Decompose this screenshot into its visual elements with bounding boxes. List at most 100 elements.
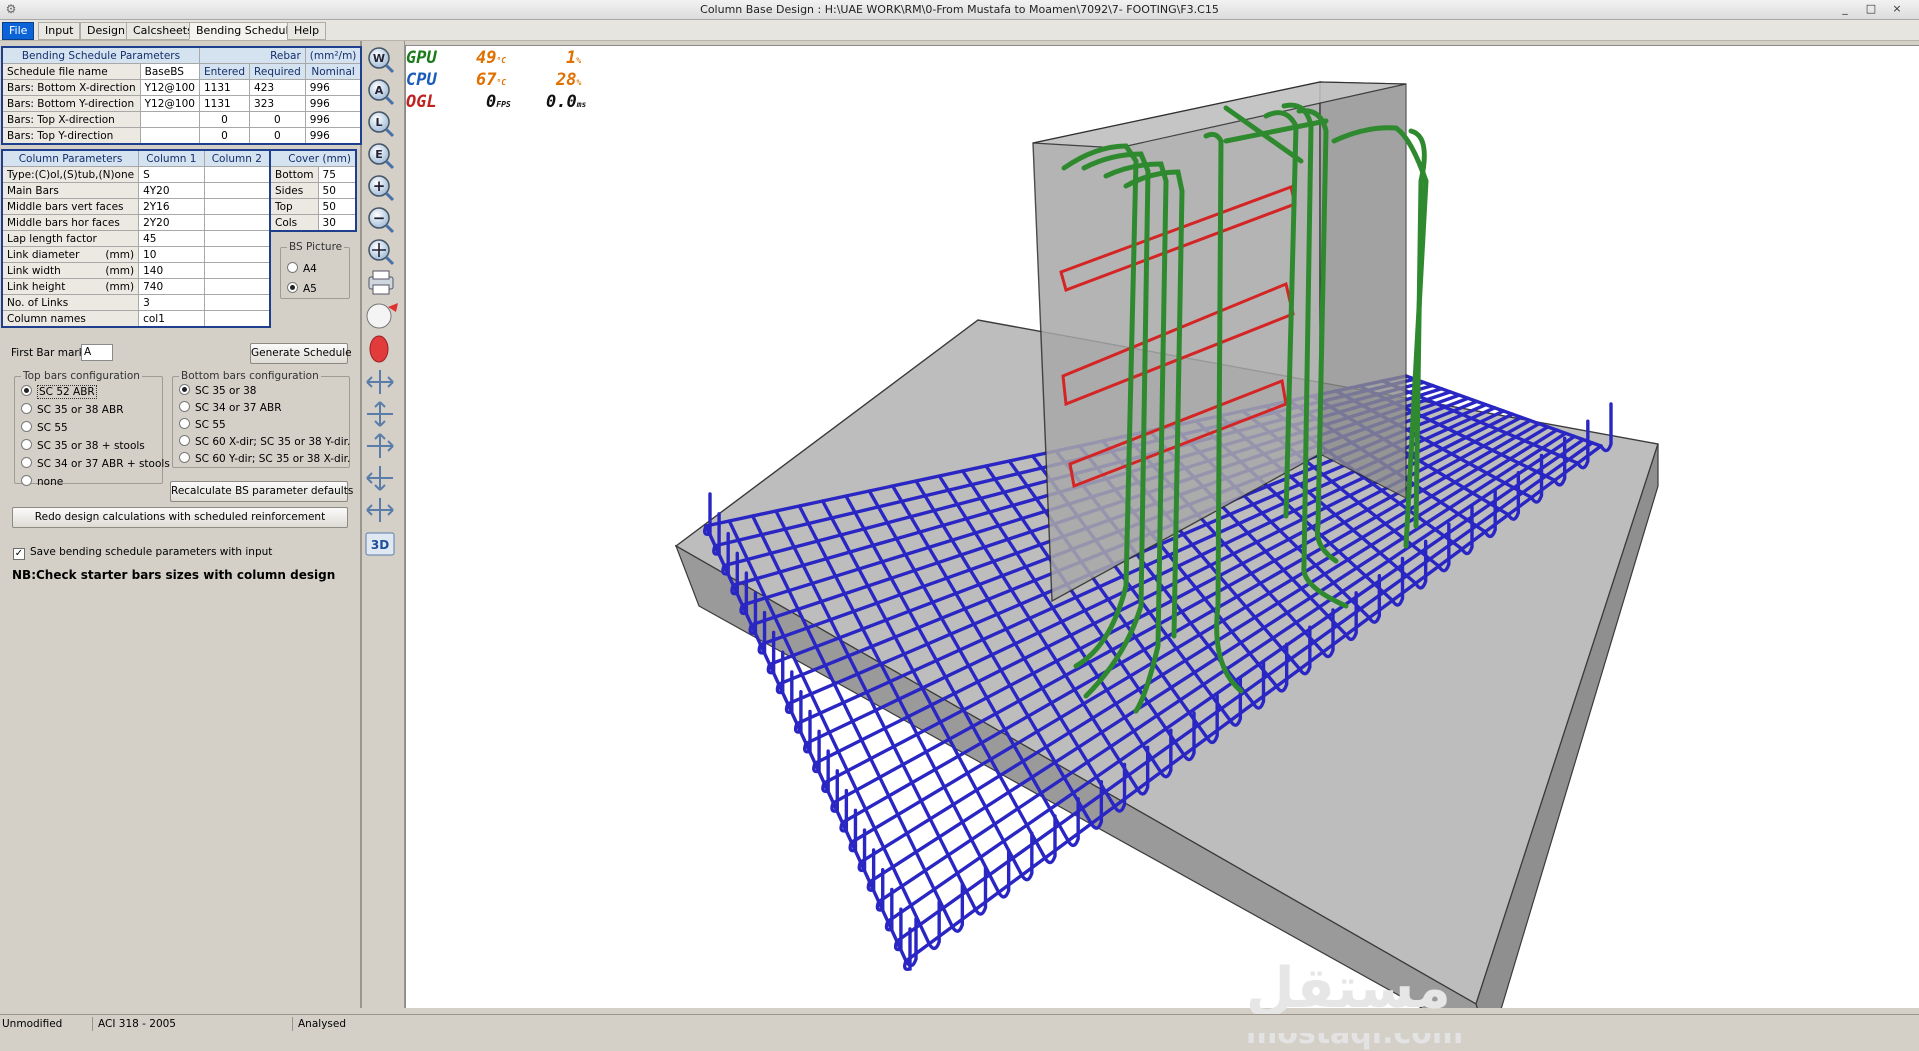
column-2-cell[interactable] — [203, 182, 271, 199]
bs-picture-a4-option[interactable]: A4 — [287, 262, 317, 277]
schedule-file-name-input[interactable]: BaseBS — [139, 63, 200, 80]
bottom-bars-option[interactable]: SC 55 — [179, 418, 226, 433]
view-e-icon[interactable]: E — [368, 143, 395, 170]
column-2-cell[interactable] — [203, 310, 271, 328]
move-x-icon[interactable] — [366, 370, 394, 394]
link-height-input[interactable]: 740 — [138, 278, 205, 295]
sphere-light-icon[interactable] — [366, 303, 398, 329]
cover-label: Bottom — [269, 166, 319, 183]
3d-viewport[interactable]: GPU 49°C 1% CPU 67°C 28% OGL 0FPS 0.0ms — [405, 45, 1919, 1051]
column-params-header: Column Parameters — [1, 149, 140, 167]
first-bar-mark-input[interactable]: A — [81, 344, 113, 361]
recalculate-defaults-button[interactable]: Recalculate BS parameter defaults — [170, 481, 353, 502]
move-z-icon[interactable] — [367, 433, 394, 458]
row-label: Link height (mm) — [1, 278, 140, 295]
move-y-icon[interactable] — [367, 401, 393, 427]
view-3d-icon[interactable]: 3D — [365, 532, 395, 556]
bottom-bars-option[interactable]: SC 60 X-dir; SC 35 or 38 Y-dir. — [179, 435, 350, 450]
column-2-cell[interactable] — [203, 214, 271, 231]
top-bars-option[interactable]: SC 35 or 38 ABR — [21, 403, 124, 418]
link-diameter-input[interactable]: 10 — [138, 246, 205, 263]
save-params-checkbox[interactable]: ✓ Save bending schedule parameters with i… — [13, 546, 272, 560]
menu-design[interactable]: Design — [80, 22, 132, 40]
print-icon[interactable] — [368, 270, 394, 295]
view-a-icon[interactable]: A — [368, 79, 395, 106]
menu-help[interactable]: Help — [287, 22, 327, 40]
middle-bars-hor-input[interactable]: 2Y20 — [138, 214, 205, 231]
lap-length-input[interactable]: 45 — [138, 230, 205, 247]
cover-bottom-input[interactable]: 75 — [317, 166, 357, 183]
rebar-unit: (mm²/m) — [304, 46, 362, 64]
bottom-y-bars-input[interactable]: Y12@100 — [139, 95, 200, 112]
pan-icon[interactable] — [368, 239, 395, 266]
cover-cols-input[interactable]: 30 — [317, 214, 357, 232]
top-bars-option[interactable]: SC 52 ABR — [21, 385, 97, 400]
column-names-input[interactable]: col1 — [138, 310, 205, 328]
radio-button[interactable] — [179, 384, 190, 395]
required-cell: 323 — [249, 95, 306, 112]
bottom-bars-option[interactable]: SC 34 or 37 ABR — [179, 401, 282, 416]
top-y-bars-input[interactable] — [139, 127, 200, 145]
cover-sides-input[interactable]: 50 — [317, 182, 357, 199]
cover-table: Cover (mm) Bottom 75 Sides 50 Top 50 Cols 30 — [269, 149, 357, 232]
redo-design-button[interactable]: Redo design calculations with scheduled … — [12, 507, 348, 528]
radio-button[interactable] — [21, 421, 32, 432]
column-2-cell[interactable] — [203, 294, 271, 311]
checkbox-icon[interactable]: ✓ — [13, 548, 25, 560]
column-2-cell[interactable] — [203, 230, 271, 247]
menu-input[interactable]: Input — [38, 22, 81, 40]
top-bars-option[interactable]: SC 34 or 37 ABR + stools — [21, 457, 170, 472]
cover-top-input[interactable]: 50 — [317, 198, 357, 215]
bottom-x-bars-input[interactable]: Y12@100 — [139, 79, 200, 96]
radio-a4[interactable] — [287, 262, 298, 273]
column-2-cell[interactable] — [203, 262, 271, 279]
view-w-icon[interactable]: W — [368, 47, 395, 74]
bs-picture-a5-option[interactable]: A5 — [287, 282, 317, 297]
middle-bars-vert-input[interactable]: 2Y16 — [138, 198, 205, 215]
close-button[interactable]: × — [1888, 2, 1906, 16]
row-label: Bars: Top Y-direction — [1, 127, 141, 145]
radio-button[interactable] — [179, 435, 190, 446]
view-l-icon[interactable]: L — [368, 111, 395, 138]
column-2-cell[interactable] — [203, 198, 271, 215]
radio-button[interactable] — [21, 457, 32, 468]
top-bars-config-group: Top bars configuration SC 52 ABR SC 35 o… — [14, 370, 170, 488]
tab-bending-schedule[interactable]: Bending Schedule — [189, 22, 303, 40]
entered-cell: 1131 — [198, 79, 251, 96]
column-type-input[interactable]: S — [138, 166, 205, 183]
radio-button[interactable] — [21, 385, 32, 396]
top-bars-option[interactable]: SC 35 or 38 + stools — [21, 439, 145, 454]
column-2-cell[interactable] — [203, 166, 271, 183]
no-of-links-input[interactable]: 3 — [138, 294, 205, 311]
radio-button[interactable] — [179, 452, 190, 463]
main-bars-input[interactable]: 4Y20 — [138, 182, 205, 199]
column-2-cell[interactable] — [203, 246, 271, 263]
radio-button[interactable] — [179, 418, 190, 429]
zoom-in-icon[interactable]: + — [368, 175, 395, 202]
status-bar: Unmodified ACI 318 - 2005 Analysed — [0, 1014, 1919, 1033]
row-label: Type:(C)ol,(S)tub,(N)one — [1, 166, 140, 183]
bs-picture-legend: BS Picture — [289, 241, 343, 253]
red-egg-icon[interactable] — [369, 335, 389, 363]
bottom-bars-option[interactable]: SC 35 or 38 — [179, 384, 256, 399]
top-bars-option[interactable]: SC 55 — [21, 421, 68, 436]
top-bars-option[interactable]: none — [21, 475, 63, 490]
radio-button[interactable] — [21, 439, 32, 450]
zoom-out-icon[interactable]: − — [368, 207, 395, 234]
link-width-input[interactable]: 140 — [138, 262, 205, 279]
minimize-button[interactable]: _ — [1836, 2, 1854, 16]
generate-schedule-button[interactable]: Generate Schedule — [250, 343, 352, 364]
radio-button[interactable] — [179, 401, 190, 412]
move-xy-icon[interactable] — [366, 466, 393, 491]
radio-button[interactable] — [21, 475, 32, 486]
radio-button[interactable] — [21, 403, 32, 414]
top-x-bars-input[interactable] — [139, 111, 200, 128]
menu-file[interactable]: File — [2, 22, 35, 40]
nominal-cell: 996 — [304, 95, 362, 112]
column-2-cell[interactable] — [203, 278, 271, 295]
radio-a5[interactable] — [287, 282, 298, 293]
menu-bar: File Input Design Calcsheets Bending Sch… — [0, 20, 1919, 41]
maximize-button[interactable]: □ — [1862, 2, 1880, 16]
move-yz-icon[interactable] — [366, 498, 394, 522]
bottom-bars-option[interactable]: SC 60 Y-dir; SC 35 or 38 X-dir. — [179, 452, 350, 467]
